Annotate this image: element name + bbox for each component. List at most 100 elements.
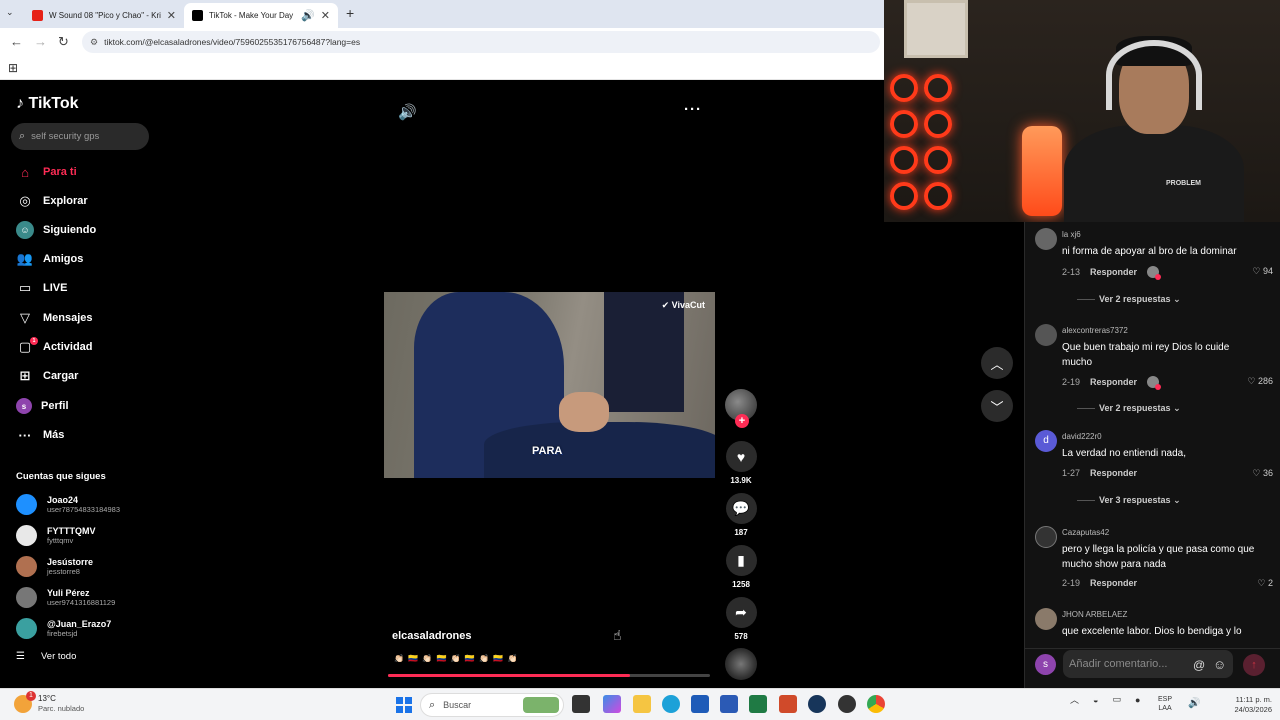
comment-input[interactable]: Añadir comentario... [1063, 650, 1233, 678]
following-account[interactable]: Jesústorre jesstorre8 [16, 553, 93, 579]
apps-grid-icon[interactable]: ⊞ [8, 61, 18, 75]
save-button[interactable]: ▮ 1258 [725, 545, 757, 589]
forward-icon[interactable]: → [34, 34, 47, 49]
file-explorer-icon[interactable] [633, 695, 651, 713]
tiktok-logo[interactable]: ♪ TikTok [16, 95, 79, 113]
word-icon[interactable] [720, 695, 738, 713]
volume-icon[interactable]: 🔊 [398, 103, 417, 121]
avatar[interactable] [1035, 228, 1057, 250]
see-all-link[interactable]: ☰ Ver todo [16, 651, 76, 662]
sidebar-item-label: Mensajes [43, 312, 93, 324]
close-tab-icon[interactable]: ✕ [167, 9, 176, 22]
creator-name[interactable]: elcasaladrones [392, 630, 472, 642]
sidebar-item-perfil[interactable]: s Perfil [16, 395, 69, 417]
reply-button[interactable]: Responder [1090, 578, 1137, 588]
excel-icon[interactable] [749, 695, 767, 713]
reply-button[interactable]: Responder [1090, 468, 1137, 478]
reply-button[interactable]: Responder [1090, 377, 1137, 387]
site-info-icon[interactable]: ⚙ [90, 37, 98, 48]
taskbar-clock[interactable]: 11:11 p. m. 24/03/2026 [1218, 695, 1272, 715]
heart-icon: ♥ [725, 441, 757, 472]
copilot-icon[interactable] [603, 695, 621, 713]
like-count: 13.9K [730, 476, 752, 485]
sidebar-item-mas[interactable]: ··· Más [16, 424, 65, 446]
sidebar-item-amigos[interactable]: 👥 Amigos [16, 248, 83, 270]
send-icon[interactable]: ↑ [1243, 654, 1265, 676]
reload-icon[interactable]: ↻ [58, 34, 69, 50]
avatar[interactable] [1035, 324, 1057, 346]
input-language[interactable]: ESP LAA [1158, 695, 1172, 713]
sidebar-item-live[interactable]: ▭ LIVE [16, 277, 68, 299]
video-caption: PARA [532, 445, 563, 457]
creator-liked-avatar [1147, 376, 1162, 390]
comment-like-button[interactable]: ♡ 36 [1252, 468, 1273, 479]
browser-tab-youtube[interactable]: W Sound 08 "Pico y Chao" - Kri ✕ [24, 3, 184, 28]
comments-panel: la xj6 ni forma de apoyar al bro de la d… [1024, 222, 1280, 688]
browser-tab-tiktok[interactable]: TikTok - Make Your Day 🔊 ✕ [184, 3, 338, 28]
store-icon[interactable] [691, 695, 709, 713]
following-account[interactable]: Yuli Pérez user9741316881129 [16, 584, 115, 610]
sidebar-item-siguiendo[interactable]: ☺ Siguiendo [16, 219, 96, 241]
close-tab-icon[interactable]: ✕ [321, 9, 330, 22]
edge-icon[interactable] [662, 695, 680, 713]
view-replies-button[interactable]: Ver 3 respuestas ⌄ [1077, 495, 1181, 506]
music-disc-icon[interactable] [725, 648, 757, 680]
video-progress-bar[interactable] [388, 674, 710, 677]
tray-overflow-icon[interactable]: ︿ [1070, 693, 1079, 706]
wifi-icon[interactable]: ◒ [1093, 695, 1098, 705]
powerpoint-icon[interactable] [779, 695, 797, 713]
sidebar-item-label: Más [43, 429, 65, 441]
emoji-icon[interactable]: ☺ [1213, 657, 1226, 672]
following-account[interactable]: Joao24 user78754833184983 [16, 491, 120, 517]
comment-user[interactable]: JHON ARBELAEZ [1062, 610, 1127, 619]
comment-button[interactable]: 💬 187 [725, 493, 757, 537]
taskbar-search[interactable]: ⌕ Buscar [420, 693, 564, 717]
follow-plus-button[interactable]: + [735, 414, 749, 428]
following-account[interactable]: @Juan_Erazo7 firebetsjd [16, 615, 111, 641]
task-view-icon[interactable] [572, 695, 590, 713]
next-video-button[interactable]: ﹀ [981, 390, 1013, 422]
view-replies-button[interactable]: Ver 2 respuestas ⌄ [1077, 403, 1181, 414]
like-button[interactable]: ♥ 13.9K [725, 441, 757, 485]
comment-icon: 💬 [725, 493, 757, 524]
share-button[interactable]: ➦ 578 [725, 597, 757, 641]
comment-like-button[interactable]: ♡ 94 [1252, 266, 1273, 277]
steam-icon[interactable] [808, 695, 826, 713]
mention-icon[interactable]: @ [1193, 658, 1205, 672]
bookmark-icon: ▮ [725, 545, 757, 576]
sidebar-item-cargar[interactable]: ⊞ Cargar [16, 365, 79, 387]
new-tab-button[interactable]: + [346, 5, 354, 21]
following-account[interactable]: FYTTTQMV fytttqmv [16, 522, 96, 548]
previous-video-button[interactable]: ︿ [981, 347, 1013, 379]
sidebar-item-actividad[interactable]: ▢ 1 Actividad [16, 336, 93, 358]
comment-user[interactable]: la xj6 [1062, 230, 1081, 239]
back-icon[interactable]: ← [10, 34, 23, 49]
comment-user[interactable]: alexcontreras7372 [1062, 326, 1128, 335]
volume-tray-icon[interactable]: 🔊 [1188, 698, 1200, 709]
sidebar-item-explorar[interactable]: ◎ Explorar [16, 190, 87, 212]
url-field[interactable]: ⚙ tiktok.com/@elcasaladrones/video/75960… [82, 31, 880, 53]
tab-audio-icon[interactable]: 🔊 [301, 9, 315, 22]
comment-like-button[interactable]: ♡ 2 [1257, 578, 1273, 589]
app-icon[interactable] [838, 695, 856, 713]
comment-like-button[interactable]: ♡ 286 [1247, 376, 1273, 387]
video-player[interactable]: ✔ VivaCut PARA [384, 292, 715, 478]
avatar[interactable] [1035, 608, 1057, 630]
address-bar-row: ← → ↻ ⚙ tiktok.com/@elcasaladrones/video… [0, 28, 884, 56]
search-input[interactable]: ⌕ self security gps [11, 123, 149, 150]
sidebar-item-mensajes[interactable]: ▽ Mensajes [16, 307, 93, 329]
network-icon[interactable]: ▭ [1112, 694, 1121, 705]
view-replies-button[interactable]: Ver 2 respuestas ⌄ [1077, 294, 1181, 305]
comment-user[interactable]: david222r0 [1062, 432, 1102, 441]
sidebar-item-para-ti[interactable]: ⌂ Para ti [16, 161, 77, 183]
tab-search-icon[interactable]: ⌄ [6, 7, 14, 18]
more-options-icon[interactable]: ··· [684, 101, 702, 118]
avatar[interactable] [1035, 526, 1057, 548]
comment-user[interactable]: Cazaputas42 [1062, 528, 1109, 537]
chrome-icon[interactable] [867, 695, 885, 713]
weather-widget[interactable]: 13°C Parc. nublado [14, 691, 84, 714]
app-tray-icon[interactable]: ● [1135, 695, 1140, 705]
reply-button[interactable]: Responder [1090, 267, 1137, 277]
avatar[interactable]: d [1035, 430, 1057, 452]
start-button[interactable] [396, 697, 412, 713]
